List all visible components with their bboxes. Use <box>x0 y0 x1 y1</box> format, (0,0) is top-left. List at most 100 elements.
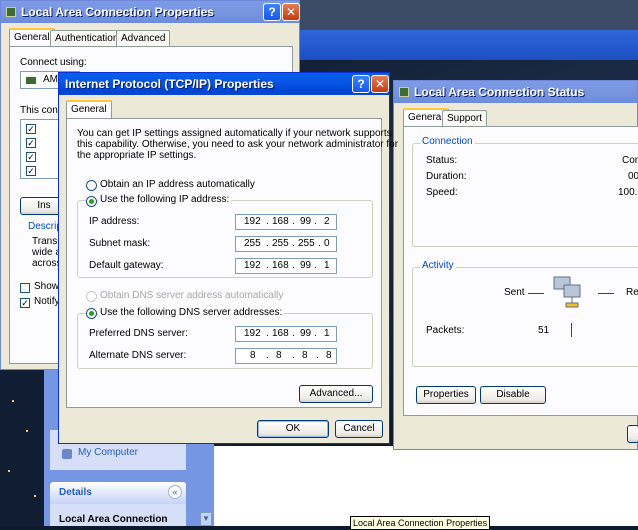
lac-properties-titlebar[interactable]: Local Area Connection Properties ? ✕ <box>1 1 300 23</box>
explorer-titlebar <box>298 30 638 60</box>
window-title: Internet Protocol (TCP/IP) Properties <box>65 77 274 91</box>
cancel-button[interactable]: Cancel <box>335 420 383 438</box>
collapse-chevron-icon[interactable]: « <box>168 485 182 499</box>
ip-octet: 99 <box>300 260 312 271</box>
obtain-dns-auto-label[interactable]: Obtain DNS server address automatically <box>100 290 283 301</box>
details-title: Details <box>59 487 92 498</box>
component-checkbox[interactable]: ✓ <box>26 124 36 134</box>
disable-button[interactable]: Disable <box>480 386 546 404</box>
default-gateway-field[interactable]: 192. 168. 99. 1 <box>235 258 337 274</box>
notify-checkbox[interactable]: ✓ <box>20 298 30 308</box>
details-panel-header[interactable]: Details « <box>50 482 186 504</box>
use-static-ip-radio[interactable] <box>86 196 97 207</box>
ok-button[interactable]: OK <box>257 420 329 438</box>
component-checkbox[interactable]: ✓ <box>26 166 36 176</box>
status-label: Status: <box>426 155 458 166</box>
tab-general[interactable]: General <box>9 28 55 46</box>
ip-octet: 1 <box>324 328 330 339</box>
tab-authentication[interactable]: Authentication <box>50 30 124 46</box>
advanced-button[interactable]: Advanced... <box>299 385 373 403</box>
city-light <box>26 430 28 432</box>
ip-dot: . <box>314 260 317 271</box>
close-button[interactable]: ✕ <box>282 3 300 21</box>
properties-button[interactable]: Properties <box>416 386 476 404</box>
preferred-dns-label: Preferred DNS server: <box>89 328 188 339</box>
sent-line <box>528 293 544 294</box>
ip-dot: . <box>292 350 295 361</box>
alternate-dns-field[interactable]: 8. 8. 8. 8 <box>235 348 337 364</box>
preferred-dns-field[interactable]: 192. 168. 99. 1 <box>235 326 337 342</box>
subnet-mask-label: Subnet mask: <box>89 238 151 249</box>
intro-line: this capability. Otherwise, you need to … <box>77 139 399 150</box>
ip-octet: 2 <box>324 216 330 227</box>
tab-support[interactable]: Support <box>442 110 488 126</box>
subnet-mask-field[interactable]: 255. 255. 255. 0 <box>235 236 337 252</box>
notify-label: Notify <box>34 296 60 307</box>
component-checkbox[interactable]: ✓ <box>26 152 36 162</box>
intro-line: You can get IP settings assigned automat… <box>77 128 392 139</box>
sent-label: Sent <box>504 287 525 298</box>
ip-octet: 192 <box>244 216 261 227</box>
ip-dot: . <box>266 350 269 361</box>
adapter-name: AM <box>43 74 58 85</box>
tab-general[interactable]: General <box>66 100 112 118</box>
help-button[interactable]: ? <box>263 3 281 21</box>
ip-octet: 255 <box>244 238 261 249</box>
intro-line: the appropriate IP settings. <box>77 150 197 161</box>
ip-address-field[interactable]: 192. 168. 99. 2 <box>235 214 337 230</box>
ip-octet: 255 <box>272 238 289 249</box>
details-item-name: Local Area Connection <box>59 514 168 525</box>
network-icon <box>399 87 409 97</box>
ip-octet: 255 <box>298 238 315 249</box>
components-label: This conn <box>20 105 64 116</box>
connection-group-label: Connection <box>420 136 475 147</box>
use-static-dns-radio[interactable] <box>86 308 97 319</box>
city-night-background <box>0 360 50 526</box>
obtain-ip-auto-label[interactable]: Obtain an IP address automatically <box>100 179 255 190</box>
show-icon-label: Show <box>34 281 60 292</box>
city-light <box>8 470 10 472</box>
tcpip-general-panel: You can get IP settings assigned automat… <box>66 118 398 408</box>
ip-octet: 168 <box>272 216 289 227</box>
lac-status-titlebar[interactable]: Local Area Connection Status <box>394 81 637 103</box>
ip-octet: 8 <box>302 350 308 361</box>
use-static-dns-label[interactable]: Use the following DNS server addresses: <box>98 307 285 318</box>
details-panel-body: Local Area Connection <box>50 504 186 526</box>
component-checkbox[interactable]: ✓ <box>26 138 36 148</box>
lac-status-window: Local Area Connection Status General Sup… <box>393 80 638 450</box>
show-icon-checkbox[interactable] <box>20 283 30 293</box>
help-button[interactable]: ? <box>352 75 370 93</box>
taskbar-tooltip: Local Area Connection Properties <box>350 516 491 530</box>
alternate-dns-label: Alternate DNS server: <box>89 350 187 361</box>
ip-dot: . <box>266 328 269 339</box>
packets-divider <box>571 323 572 337</box>
ip-dot: . <box>292 238 295 249</box>
ip-dot: . <box>316 350 319 361</box>
activity-group-label: Activity <box>420 260 456 271</box>
ip-octet: 0 <box>324 238 330 249</box>
status-value: Con <box>622 155 638 166</box>
ip-dot: . <box>292 216 295 227</box>
obtain-dns-auto-radio[interactable] <box>86 291 97 302</box>
close-button[interactable]: ✕ <box>371 75 389 93</box>
close-button[interactable] <box>627 425 638 443</box>
tab-advanced[interactable]: Advanced <box>116 30 171 46</box>
ip-octet: 8 <box>276 350 282 361</box>
ip-octet: 168 <box>272 328 289 339</box>
connect-using-label: Connect using: <box>20 57 87 68</box>
tcpip-titlebar[interactable]: Internet Protocol (TCP/IP) Properties ? … <box>59 73 389 95</box>
ip-dot: . <box>266 216 269 227</box>
ip-octet: 192 <box>244 260 261 271</box>
window-title: Local Area Connection Properties <box>21 5 214 19</box>
scroll-down-arrow-icon[interactable]: ▼ <box>200 512 212 526</box>
ip-address-label: IP address: <box>89 216 140 227</box>
tcpip-properties-window: Internet Protocol (TCP/IP) Properties ? … <box>58 72 398 444</box>
use-static-ip-label[interactable]: Use the following IP address: <box>98 194 232 205</box>
speed-value: 100.0 <box>618 187 638 198</box>
packets-sent-value: 51 <box>538 325 550 336</box>
obtain-ip-auto-radio[interactable] <box>86 180 97 191</box>
description-label: Descrip <box>28 221 62 232</box>
my-computer-link[interactable]: My Computer <box>78 447 138 458</box>
packets-label: Packets: <box>426 325 465 336</box>
duration-label: Duration: <box>426 171 467 182</box>
